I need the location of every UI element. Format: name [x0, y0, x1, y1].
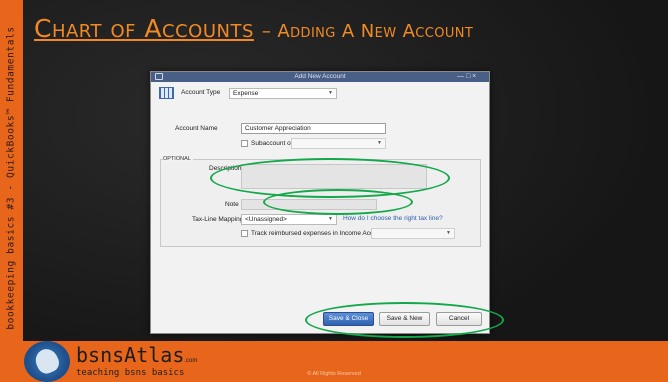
window-controls[interactable]: — □ ×: [457, 72, 476, 82]
chevron-down-icon: ▼: [446, 230, 451, 236]
save-new-button[interactable]: Save & New: [379, 312, 430, 326]
income-account-select[interactable]: ▼: [371, 228, 455, 239]
slide-title-main: Chart of Accounts: [34, 14, 254, 43]
add-new-account-dialog: Add New Account — □ × Account Type Expen…: [150, 71, 490, 334]
optional-section-label: OPTIONAL: [163, 156, 193, 162]
save-close-button[interactable]: Save & Close: [323, 312, 374, 326]
tax-help-link[interactable]: How do I choose the right tax line?: [343, 215, 443, 222]
dialog-title: Add New Account: [294, 73, 346, 80]
note-label: Note: [225, 201, 239, 208]
track-reimbursed-label: Track reimbursed expenses in Income Acct…: [251, 230, 377, 237]
copyright: © All Rights Reserved: [307, 371, 361, 377]
account-table-icon: [159, 87, 174, 99]
tax-line-label: Tax-Line Mapping: [192, 216, 244, 223]
brand-name: bsnsAtlas.com: [76, 343, 197, 367]
description-textarea[interactable]: [241, 164, 427, 189]
tax-line-value: <Unassigned>: [245, 216, 287, 223]
slide-title: Chart of Accounts – Adding A New Account: [34, 14, 473, 48]
side-bar-text: bookkeeping basics #3 - QuickBooks™ Fund…: [5, 26, 17, 330]
slide-title-sub: – Adding A New Account: [261, 21, 474, 42]
chevron-down-icon: ▼: [377, 140, 382, 146]
subaccount-label: Subaccount of: [251, 140, 293, 147]
account-type-select[interactable]: Expense ▼: [229, 88, 337, 99]
dialog-titlebar[interactable]: Add New Account — □ ×: [151, 72, 489, 82]
chevron-down-icon: ▼: [328, 90, 333, 96]
tax-line-select[interactable]: <Unassigned> ▼: [241, 214, 337, 225]
account-type-value: Expense: [233, 90, 259, 97]
subaccount-checkbox[interactable]: [241, 140, 248, 147]
note-input[interactable]: [241, 199, 377, 210]
brand-text: bsnsAtlas: [76, 343, 185, 367]
account-name-input[interactable]: Customer Appreciation: [241, 123, 386, 134]
description-label: Description: [209, 165, 242, 172]
chevron-down-icon: ▼: [328, 216, 333, 222]
track-reimbursed-checkbox[interactable]: [241, 230, 248, 237]
account-type-label: Account Type: [181, 89, 221, 96]
brand-suffix: .com: [184, 358, 198, 364]
cancel-button[interactable]: Cancel: [436, 312, 482, 326]
subaccount-select[interactable]: ▼: [291, 138, 386, 149]
account-name-label: Account Name: [175, 125, 218, 132]
